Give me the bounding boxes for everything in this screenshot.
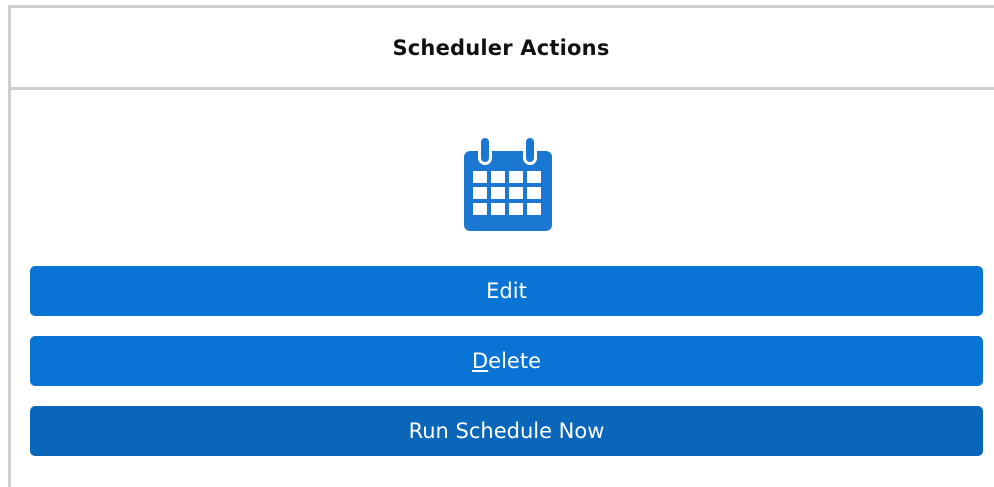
edit-button-label: Edit [486,279,527,303]
delete-button-label: Delete [472,349,541,373]
run-button-label: Run Schedule Now [408,419,605,443]
scheduler-actions-dialog: Scheduler Actions Edit Delete Run Schedu… [8,5,994,487]
delete-mnemonic: D [472,349,489,373]
delete-button[interactable]: Delete [30,336,983,386]
delete-label-rest: elete [488,349,541,373]
dialog-header: Scheduler Actions [11,8,994,90]
calendar-icon [461,133,555,233]
edit-button[interactable]: Edit [30,266,983,316]
run-schedule-now-button[interactable]: Run Schedule Now [30,406,983,456]
dialog-title: Scheduler Actions [392,35,610,60]
